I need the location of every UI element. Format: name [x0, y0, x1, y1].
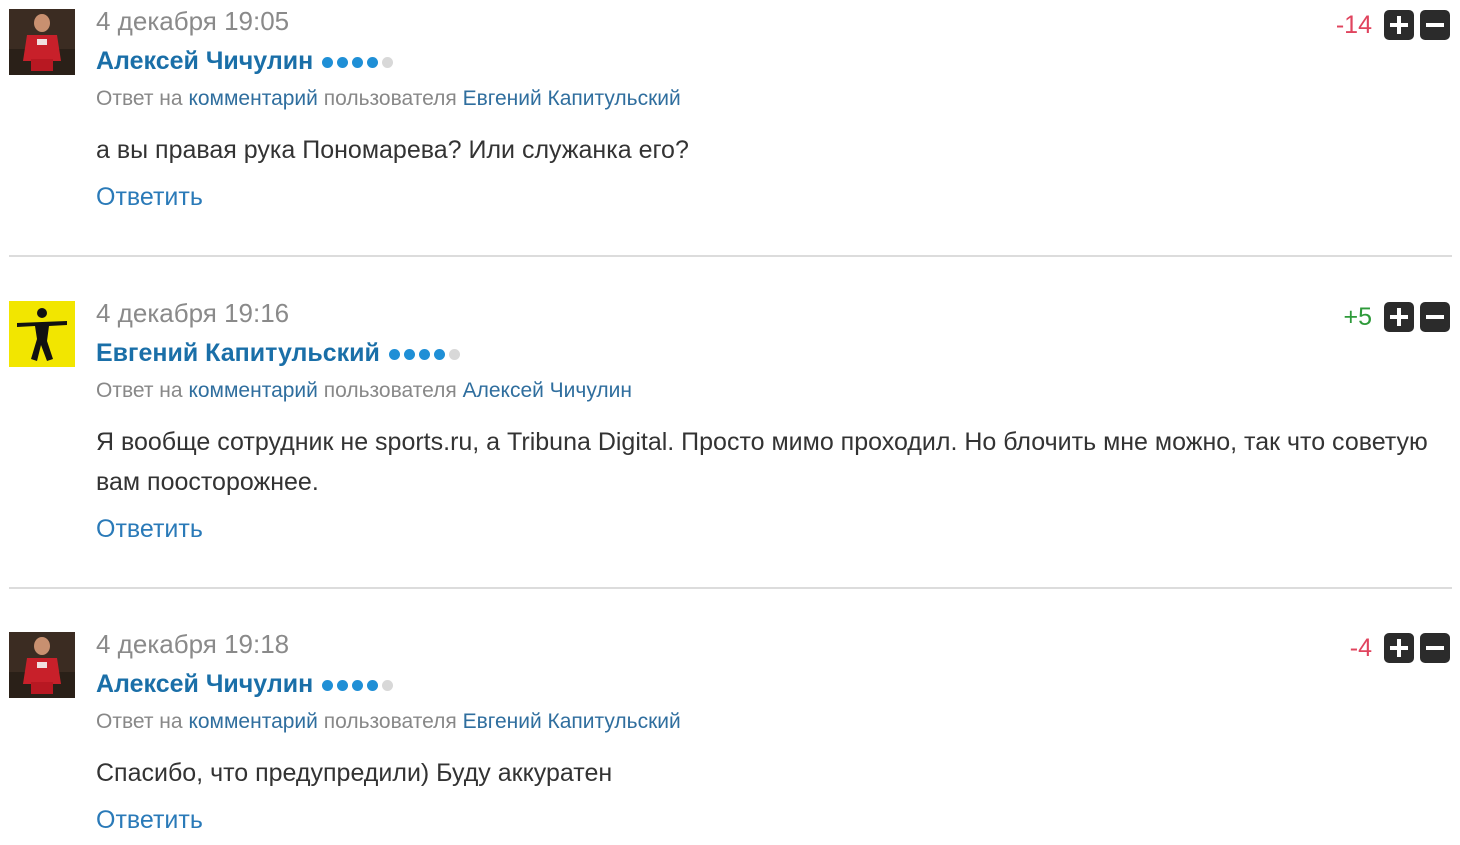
avatar[interactable] — [9, 9, 75, 75]
reply-button[interactable]: Ответить — [96, 514, 203, 544]
user-rating-dots — [388, 346, 460, 360]
author-name[interactable]: Евгений Капитульский — [96, 338, 380, 368]
comment-text: а вы правая рука Пономарева? Или служанк… — [96, 136, 689, 164]
rating-dot — [418, 349, 430, 360]
reply-comment-link[interactable]: комментарий — [188, 379, 317, 402]
comment-score: +5 — [1343, 303, 1372, 331]
reply-user-link[interactable]: Алексей Чичулин — [463, 379, 632, 402]
reply-to-info: Ответ на комментарий пользователя Евгени… — [96, 86, 681, 112]
reply-comment-link[interactable]: комментарий — [188, 87, 317, 110]
rating-dot — [337, 57, 349, 68]
rating-dot — [322, 680, 334, 691]
comment-text: Я вообще сотрудник не sports.ru, а Tribu… — [96, 428, 1428, 496]
author-name[interactable]: Алексей Чичулин — [96, 669, 313, 699]
vote-controls: -4 — [1350, 633, 1450, 663]
rating-dot — [382, 57, 394, 68]
divider — [9, 255, 1452, 257]
reply-prefix: Ответ на — [96, 87, 183, 110]
reply-to-info: Ответ на комментарий пользователя Алексе… — [96, 378, 632, 404]
reply-comment-link[interactable]: комментарий — [188, 710, 317, 733]
vote-controls: +5 — [1343, 302, 1450, 332]
minus-icon[interactable] — [1420, 633, 1450, 663]
rating-dot — [322, 57, 334, 68]
author-line: Алексей Чичулин — [96, 669, 394, 699]
rating-dot — [388, 349, 400, 360]
rating-dot — [337, 680, 349, 691]
rating-dot — [367, 57, 379, 68]
reply-prefix: Ответ на — [96, 710, 183, 733]
rating-dot — [403, 349, 415, 360]
avatar[interactable] — [9, 632, 75, 698]
reply-prefix: Ответ на — [96, 379, 183, 402]
divider — [9, 587, 1452, 589]
rating-dot — [433, 349, 445, 360]
reply-middle: пользователя — [323, 710, 457, 733]
author-line: Евгений Капитульский — [96, 338, 460, 368]
reply-user-link[interactable]: Евгений Капитульский — [463, 710, 681, 733]
reply-user-link[interactable]: Евгений Капитульский — [463, 87, 681, 110]
comment-text: Спасибо, что предупредили) Буду аккурате… — [96, 759, 613, 787]
comment-score: -14 — [1335, 11, 1372, 39]
plus-icon[interactable] — [1384, 10, 1414, 40]
user-rating-dots — [322, 54, 394, 68]
plus-icon[interactable] — [1384, 302, 1414, 332]
minus-icon[interactable] — [1420, 302, 1450, 332]
reply-middle: пользователя — [323, 87, 457, 110]
rating-dot — [367, 680, 379, 691]
comments-list: 4 декабря 19:05 Алексей Чичулин Ответ на… — [0, 0, 1460, 845]
comment-date: 4 декабря 19:18 — [96, 629, 290, 659]
comment-date: 4 декабря 19:05 — [96, 6, 290, 36]
reply-button[interactable]: Ответить — [96, 182, 203, 212]
user-rating-dots — [322, 677, 394, 691]
plus-icon[interactable] — [1384, 633, 1414, 663]
rating-dot — [448, 349, 460, 360]
reply-middle: пользователя — [323, 379, 457, 402]
vote-controls: -14 — [1336, 10, 1450, 40]
comment-date: 4 декабря 19:16 — [96, 298, 290, 328]
rating-dot — [382, 680, 394, 691]
reply-to-info: Ответ на комментарий пользователя Евгени… — [96, 709, 681, 735]
rating-dot — [352, 680, 364, 691]
author-line: Алексей Чичулин — [96, 46, 394, 76]
author-name[interactable]: Алексей Чичулин — [96, 46, 313, 76]
comment-score: -4 — [1349, 634, 1372, 662]
avatar[interactable] — [9, 301, 75, 367]
minus-icon[interactable] — [1420, 10, 1450, 40]
rating-dot — [352, 57, 364, 68]
reply-button[interactable]: Ответить — [96, 805, 203, 835]
